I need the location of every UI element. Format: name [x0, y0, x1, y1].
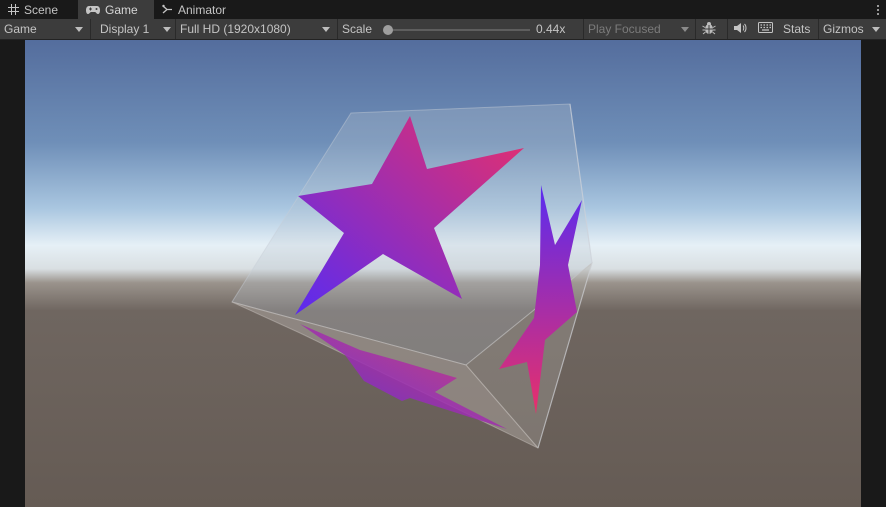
animator-icon: [162, 4, 173, 15]
scale-slider[interactable]: [384, 29, 530, 31]
display-label: Display 1: [100, 22, 150, 36]
keyboard-icon: [758, 22, 773, 36]
tab-scene[interactable]: Scene: [0, 0, 78, 19]
game-view[interactable]: [25, 40, 861, 507]
tab-animator-label: Animator: [178, 2, 227, 17]
scale-label: Scale: [337, 19, 382, 39]
speaker-icon: [733, 22, 747, 37]
tab-animator[interactable]: Animator: [154, 0, 244, 19]
play-mode-dropdown[interactable]: Play Focused: [583, 19, 695, 39]
debug-bug-button[interactable]: [695, 19, 721, 39]
chevron-down-icon: [681, 27, 689, 32]
scale-value: 0.44x: [536, 22, 566, 36]
chevron-down-icon: [75, 27, 83, 32]
gizmos-label: Gizmos: [823, 22, 864, 36]
grid-icon: [8, 4, 19, 15]
resolution-label: Full HD (1920x1080): [180, 22, 291, 36]
tab-scene-label: Scene: [24, 2, 59, 17]
bug-icon: [701, 21, 716, 38]
tab-game[interactable]: Game: [78, 0, 154, 19]
play-mode-label: Play Focused: [588, 22, 661, 36]
more-options-icon[interactable]: [874, 2, 882, 17]
chevron-down-icon: [872, 27, 880, 32]
keyboard-shortcuts-button[interactable]: [752, 19, 779, 39]
view-mode-label: Game: [4, 22, 37, 36]
game-render: [25, 40, 861, 507]
mute-audio-button[interactable]: [727, 19, 752, 39]
resolution-dropdown[interactable]: Full HD (1920x1080): [175, 19, 337, 39]
gamepad-icon: [86, 4, 100, 15]
tab-bar: Scene Game Animator: [0, 0, 886, 19]
tab-game-label: Game: [105, 2, 138, 17]
chevron-down-icon: [322, 27, 330, 32]
chevron-down-icon: [163, 27, 171, 32]
stats-button[interactable]: Stats: [779, 19, 819, 39]
